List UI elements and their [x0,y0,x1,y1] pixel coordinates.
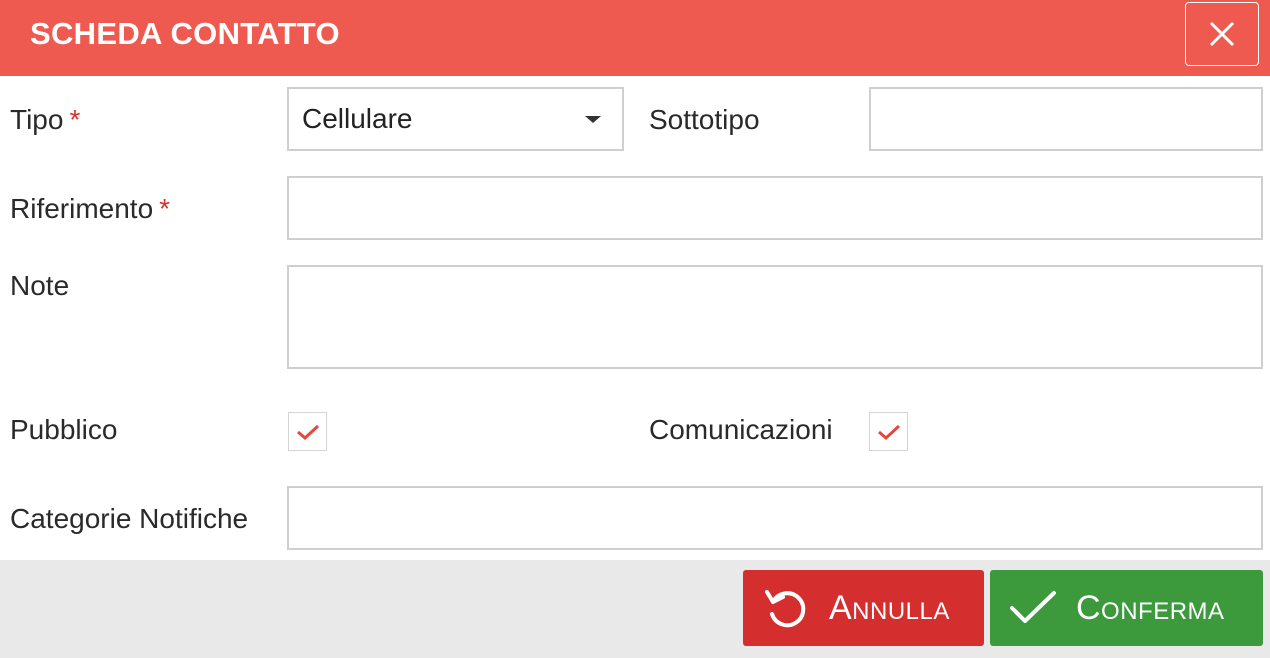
checkmark-icon [877,424,900,440]
pubblico-label: Pubblico [10,414,118,445]
categorie-notifiche-input[interactable] [287,486,1263,550]
tipo-select-value: Cellulare [302,103,413,134]
tipo-label: Tipo * [10,104,80,136]
tipo-select[interactable]: Cellulare [287,87,624,151]
required-marker: * [159,193,171,224]
undo-icon [761,583,811,633]
sottotipo-input[interactable] [869,87,1263,151]
categorie-notifiche-label: Categorie Notifiche [10,503,249,534]
checkmark-icon [296,424,319,440]
annulla-label: Annulla [829,588,950,627]
caret-down-icon [585,116,601,123]
sottotipo-label: Sottotipo [649,104,760,135]
note-label: Note [10,270,70,301]
note-textarea[interactable] [287,265,1263,369]
annulla-button[interactable]: Annulla [743,570,984,646]
riferimento-label-text: Riferimento [10,193,154,224]
check-icon [1008,588,1058,628]
conferma-label: Conferma [1076,588,1225,627]
comunicazioni-label: Comunicazioni [649,414,833,445]
required-marker: * [69,104,81,135]
riferimento-input[interactable] [287,176,1263,240]
pubblico-checkbox[interactable] [288,412,327,451]
conferma-button[interactable]: Conferma [990,570,1263,646]
tipo-label-text: Tipo [10,104,64,135]
close-icon [1209,21,1235,47]
dialog-header: SCHEDA CONTATTO [0,0,1270,76]
comunicazioni-checkbox[interactable] [869,412,908,451]
close-button[interactable] [1185,2,1259,66]
dialog-title: SCHEDA CONTATTO [30,16,340,51]
riferimento-label: Riferimento * [10,193,170,225]
